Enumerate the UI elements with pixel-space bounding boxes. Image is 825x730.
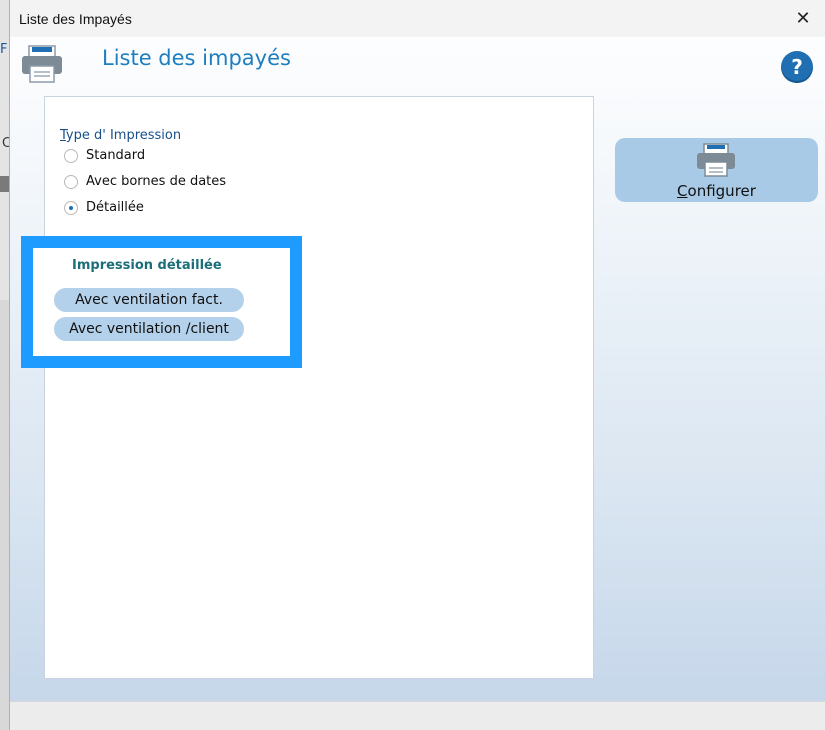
background-text-fragment: F bbox=[0, 42, 8, 57]
detail-section-title: Impression détaillée bbox=[72, 258, 222, 273]
close-button[interactable]: ✕ bbox=[780, 0, 825, 37]
printer-icon bbox=[22, 45, 62, 83]
title-bar: Liste des Impayés ✕ bbox=[10, 0, 825, 37]
radio-date-bounds[interactable]: Avec bornes de dates bbox=[64, 174, 226, 189]
configure-label: Configurer bbox=[677, 182, 756, 200]
configure-button[interactable]: Configurer bbox=[615, 138, 818, 202]
background-bar bbox=[0, 176, 9, 192]
background-app-edge: F C bbox=[0, 0, 11, 730]
radio-standard[interactable]: Standard bbox=[64, 148, 145, 163]
radio-detailed[interactable]: Détaillée bbox=[64, 200, 144, 215]
ventilation-fact-button[interactable]: Avec ventilation fact. bbox=[54, 288, 244, 312]
background-strip bbox=[0, 300, 9, 730]
radio-circle-checked[interactable] bbox=[64, 200, 78, 215]
footer-bar bbox=[10, 701, 825, 730]
ventilation-client-button[interactable]: Avec ventilation /client bbox=[54, 317, 244, 341]
print-type-label: Type d' Impression bbox=[60, 128, 182, 143]
printer-icon bbox=[697, 143, 735, 177]
radio-label: Avec bornes de dates bbox=[86, 174, 227, 189]
dialog-window: Liste des Impayés ✕ Liste des impayés ? … bbox=[9, 0, 825, 730]
radio-label: Standard bbox=[86, 148, 146, 163]
window-title: Liste des Impayés bbox=[19, 10, 132, 27]
radio-circle[interactable] bbox=[64, 174, 78, 189]
help-button[interactable]: ? bbox=[781, 51, 813, 83]
radio-label: Détaillée bbox=[86, 200, 144, 215]
radio-circle[interactable] bbox=[64, 148, 78, 163]
page-title: Liste des impayés bbox=[102, 46, 291, 70]
